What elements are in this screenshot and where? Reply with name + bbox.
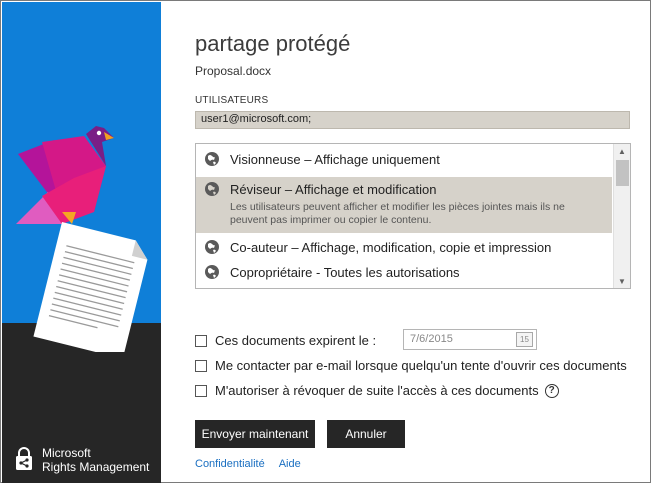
- contact-label: Me contacter par e-mail lorsque quelqu'u…: [215, 358, 627, 373]
- users-input[interactable]: user1@microsoft.com;: [195, 111, 630, 129]
- permission-list[interactable]: Visionneuse – Affichage uniquement Révis…: [195, 143, 631, 289]
- scroll-thumb[interactable]: [616, 160, 629, 186]
- globe-icon: [205, 182, 219, 196]
- permission-title: Co-auteur – Affichage, modification, cop…: [230, 240, 552, 255]
- permission-title: Réviseur – Affichage et modification: [230, 182, 437, 197]
- calendar-icon[interactable]: 15: [516, 332, 533, 347]
- brand-line-1: Microsoft: [42, 446, 91, 460]
- users-label: UTILISATEURS: [195, 95, 269, 106]
- send-now-button[interactable]: Envoyer maintenant: [195, 420, 315, 448]
- globe-icon: [205, 240, 219, 254]
- permission-item-coowner[interactable]: Copropriétaire - Toutes les autorisation…: [196, 260, 612, 286]
- permission-title: Visionneuse – Affichage uniquement: [230, 152, 440, 167]
- help-link[interactable]: Aide: [279, 458, 301, 470]
- globe-icon: [205, 152, 219, 166]
- brand-text: Microsoft Rights Management: [42, 446, 149, 474]
- bird-document-illustration: [16, 126, 148, 352]
- brand-logo-block: Microsoft Rights Management: [14, 446, 149, 474]
- expire-option[interactable]: Ces documents expirent le :: [195, 333, 376, 348]
- contact-checkbox[interactable]: [195, 359, 207, 372]
- expire-label: Ces documents expirent le :: [215, 333, 377, 348]
- dialog-window: Microsoft Rights Management partage prot…: [0, 0, 651, 483]
- scroll-up-arrow-icon[interactable]: ▲: [614, 144, 630, 158]
- calendar-day: 15: [520, 335, 529, 344]
- scroll-down-arrow-icon[interactable]: ▼: [614, 274, 630, 288]
- footer-links: Confidentialité Aide: [195, 458, 301, 470]
- file-name: Proposal.docx: [195, 64, 272, 78]
- permission-list-scrollbar[interactable]: ▲ ▼: [613, 144, 630, 288]
- permission-title: Copropriétaire - Toutes les autorisation…: [230, 265, 460, 280]
- dialog-title: partage protégé: [195, 31, 351, 56]
- permission-description: Les utilisateurs peuvent afficher et mod…: [230, 201, 565, 226]
- rights-management-lock-icon: [16, 447, 32, 470]
- revoke-checkbox[interactable]: [195, 384, 207, 397]
- expire-date-field[interactable]: 7/6/2015 15: [403, 329, 537, 350]
- privacy-link[interactable]: Confidentialité: [195, 458, 265, 470]
- revoke-label: M'autoriser à révoquer de suite l'accès …: [215, 383, 539, 398]
- revoke-option[interactable]: M'autoriser à révoquer de suite l'accès …: [195, 383, 559, 398]
- globe-icon: [205, 265, 219, 279]
- cancel-button[interactable]: Annuler: [327, 420, 405, 448]
- expire-date-value: 7/6/2015: [410, 333, 453, 345]
- brand-line-2: Rights Management: [42, 460, 150, 474]
- permission-item-viewer[interactable]: Visionneuse – Affichage uniquement: [196, 144, 612, 174]
- left-brand-panel: Microsoft Rights Management: [2, 2, 161, 483]
- expire-checkbox[interactable]: [195, 334, 207, 347]
- help-icon[interactable]: ?: [544, 383, 559, 398]
- permission-item-reviewer[interactable]: Réviseur – Affichage et modification Les…: [196, 177, 612, 233]
- permission-item-coauthor[interactable]: Co-auteur – Affichage, modification, cop…: [196, 236, 612, 260]
- contact-option[interactable]: Me contacter par e-mail lorsque quelqu'u…: [195, 358, 627, 373]
